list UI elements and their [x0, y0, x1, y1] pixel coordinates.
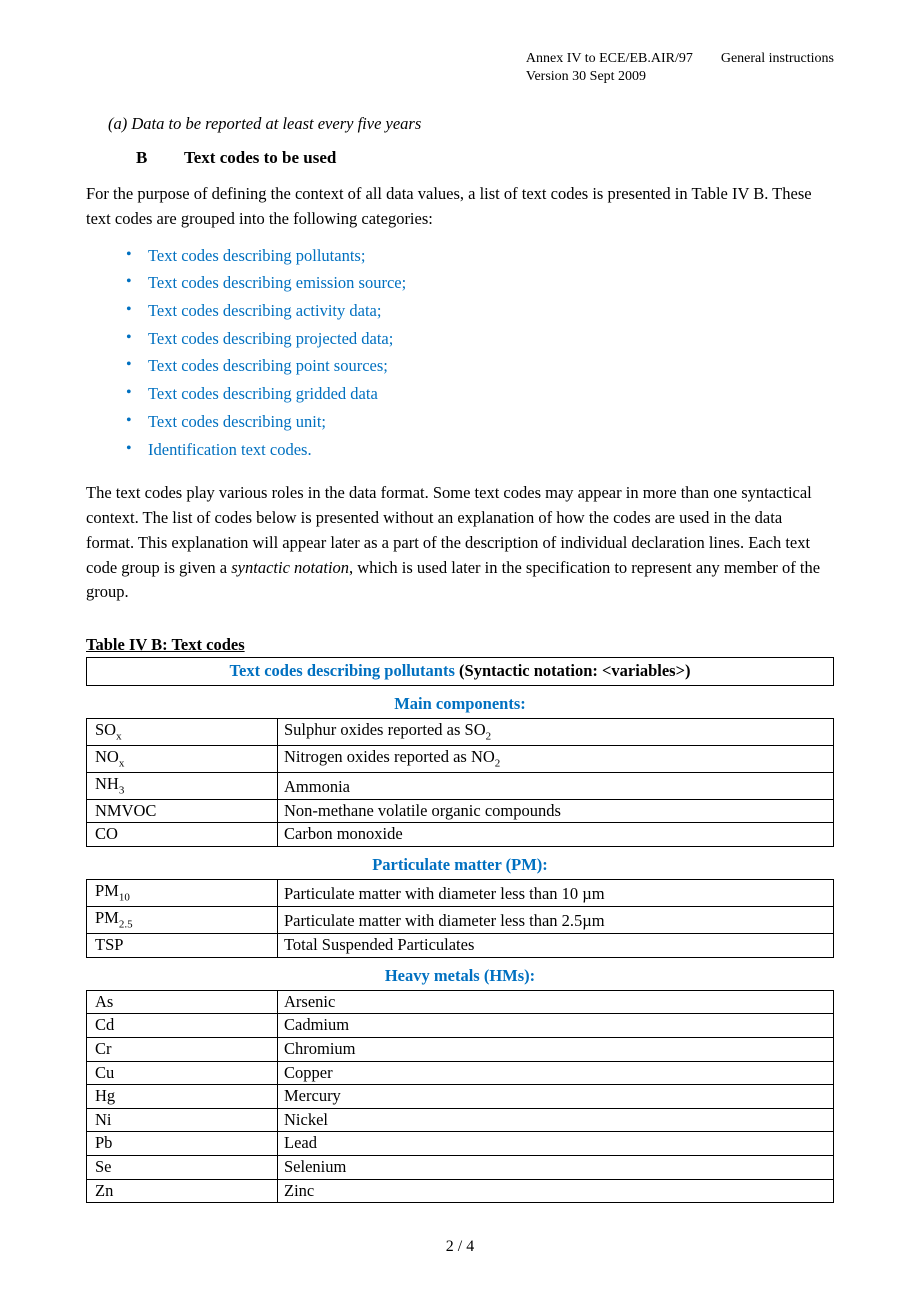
list-item[interactable]: Text codes describing pollutants; [148, 242, 834, 270]
codes-subtable: PM10Particulate matter with diameter les… [86, 879, 834, 958]
section-b-letter: B [136, 148, 180, 168]
table-row: SOxSulphur oxides reported as SO2 [87, 718, 834, 745]
bullet-list: Text codes describing pollutants; Text c… [86, 242, 834, 464]
explanation-paragraph: The text codes play various roles in the… [86, 481, 834, 605]
table-row: NH3Ammonia [87, 772, 834, 799]
description-cell: Zinc [278, 1179, 834, 1203]
intro-paragraph: For the purpose of defining the context … [86, 182, 834, 232]
list-item[interactable]: Text codes describing activity data; [148, 297, 834, 325]
description-cell: Copper [278, 1061, 834, 1085]
description-cell: Chromium [278, 1037, 834, 1061]
code-cell: Zn [87, 1179, 278, 1203]
code-cell: Cr [87, 1037, 278, 1061]
list-item[interactable]: Text codes describing unit; [148, 408, 834, 436]
header-annex: Annex IV to ECE/EB.AIR/97 [526, 50, 693, 68]
list-item[interactable]: Text codes describing emission source; [148, 269, 834, 297]
description-cell: Particulate matter with diameter less th… [278, 907, 834, 934]
table-row: NMVOCNon-methane volatile organic compou… [87, 799, 834, 823]
list-item[interactable]: Text codes describing point sources; [148, 352, 834, 380]
code-cell: Ni [87, 1108, 278, 1132]
table-row: HgMercury [87, 1085, 834, 1109]
description-cell: Ammonia [278, 772, 834, 799]
code-cell: NOx [87, 745, 278, 772]
table-header-rest: (Syntactic notation: <variables>) [455, 661, 691, 680]
table-row: AsArsenic [87, 990, 834, 1014]
codes-subtable: SOxSulphur oxides reported as SO2NOxNitr… [86, 718, 834, 847]
description-cell: Cadmium [278, 1014, 834, 1038]
code-cell: TSP [87, 934, 278, 958]
table-row: COCarbon monoxide [87, 823, 834, 847]
description-cell: Total Suspended Particulates [278, 934, 834, 958]
table-row: ZnZinc [87, 1179, 834, 1203]
table-row: CuCopper [87, 1061, 834, 1085]
code-cell: Cu [87, 1061, 278, 1085]
list-item[interactable]: Text codes describing gridded data [148, 380, 834, 408]
table-row: PM2.5Particulate matter with diameter le… [87, 907, 834, 934]
code-cell: SOx [87, 718, 278, 745]
description-cell: Nickel [278, 1108, 834, 1132]
page-number: 2 / 4 [0, 1238, 920, 1256]
table-subheading: Heavy metals (HMs): [86, 958, 834, 990]
table-row: PbLead [87, 1132, 834, 1156]
header-title: General instructions [721, 50, 834, 68]
description-cell: Arsenic [278, 990, 834, 1014]
code-cell: Hg [87, 1085, 278, 1109]
description-cell: Nitrogen oxides reported as NO2 [278, 745, 834, 772]
code-cell: PM2.5 [87, 907, 278, 934]
table-row: TSPTotal Suspended Particulates [87, 934, 834, 958]
list-item[interactable]: Text codes describing projected data; [148, 325, 834, 353]
page-header: Annex IV to ECE/EB.AIR/97 General instru… [526, 50, 834, 86]
code-cell: Cd [87, 1014, 278, 1038]
codes-subtable: AsArsenicCdCadmiumCrChromiumCuCopperHgMe… [86, 990, 834, 1204]
code-cell: NMVOC [87, 799, 278, 823]
description-cell: Selenium [278, 1156, 834, 1180]
table-row: PM10Particulate matter with diameter les… [87, 880, 834, 907]
table-row: SeSelenium [87, 1156, 834, 1180]
table-header-blue: Text codes describing pollutants [230, 661, 455, 680]
description-cell: Lead [278, 1132, 834, 1156]
code-cell: Se [87, 1156, 278, 1180]
table-subheading: Particulate matter (PM): [86, 847, 834, 879]
code-cell: PM10 [87, 880, 278, 907]
table-row: CrChromium [87, 1037, 834, 1061]
table-row: NiNickel [87, 1108, 834, 1132]
section-b-heading: B Text codes to be used [136, 148, 834, 168]
table-header-row: Text codes describing pollutants (Syntac… [87, 658, 834, 686]
header-version: Version 30 Sept 2009 [526, 68, 834, 86]
code-cell: NH3 [87, 772, 278, 799]
table-title: Table IV B: Text codes [86, 635, 834, 655]
section-a-heading: (a) Data to be reported at least every f… [108, 114, 834, 134]
description-cell: Particulate matter with diameter less th… [278, 880, 834, 907]
section-b-title: Text codes to be used [184, 148, 336, 167]
description-cell: Non-methane volatile organic compounds [278, 799, 834, 823]
description-cell: Mercury [278, 1085, 834, 1109]
table-row: NOxNitrogen oxides reported as NO2 [87, 745, 834, 772]
list-item[interactable]: Identification text codes. [148, 436, 834, 464]
table-subheading: Main components: [86, 686, 834, 718]
table-row: CdCadmium [87, 1014, 834, 1038]
description-cell: Carbon monoxide [278, 823, 834, 847]
codes-table: Text codes describing pollutants (Syntac… [86, 657, 834, 686]
code-cell: Pb [87, 1132, 278, 1156]
description-cell: Sulphur oxides reported as SO2 [278, 718, 834, 745]
code-cell: CO [87, 823, 278, 847]
code-cell: As [87, 990, 278, 1014]
